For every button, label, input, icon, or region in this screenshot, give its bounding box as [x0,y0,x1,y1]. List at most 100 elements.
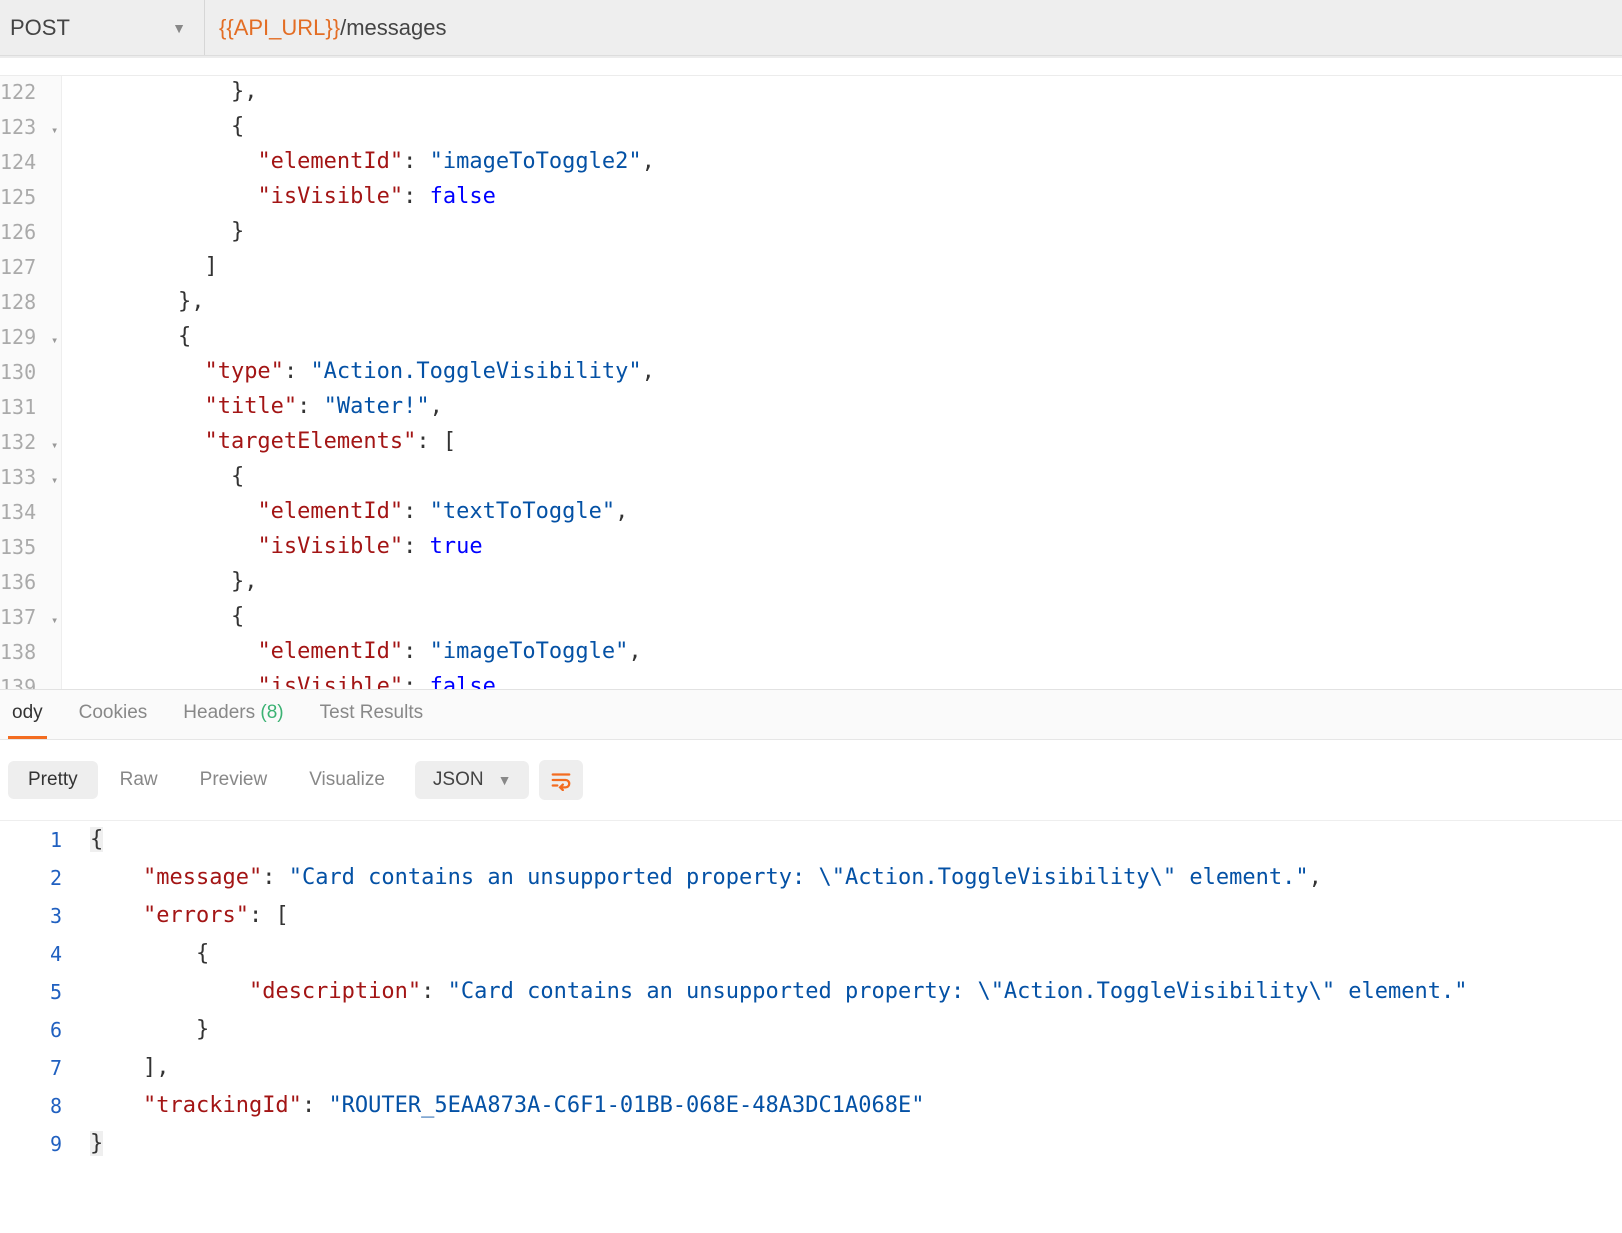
tab-cookies-label: Cookies [79,702,148,724]
code-line[interactable]: 122 }, [0,76,1622,111]
code-content: "isVisible": false [62,181,1622,213]
code-line[interactable]: 128 }, [0,286,1622,321]
code-content: "isVisible": false [62,671,1622,690]
view-preview-button[interactable]: Preview [180,761,288,799]
code-content: }, [62,76,1622,108]
code-line[interactable]: 129 ▾ { [0,321,1622,356]
line-number: 139 [0,671,62,690]
code-line[interactable]: 131 "title": "Water!", [0,391,1622,426]
response-content: "trackingId": "ROUTER_5EAA873A-C6F1-01BB… [78,1087,1622,1125]
code-line[interactable]: 138 "elementId": "imageToToggle", [0,636,1622,671]
wrap-lines-icon [550,769,572,791]
line-number: 136 [0,566,62,601]
code-content: }, [62,286,1622,318]
tab-test-results[interactable]: Test Results [316,690,427,739]
code-line[interactable]: 139 "isVisible": false [0,671,1622,690]
line-number: 7 [0,1049,78,1087]
tab-cookies[interactable]: Cookies [75,690,152,739]
code-line[interactable]: 133 ▾ { [0,461,1622,496]
line-number: 130 [0,356,62,391]
code-content: "elementId": "textToToggle", [62,496,1622,528]
request-url-bar: POST ▼ {{API_URL}}/messages [0,0,1622,56]
code-line[interactable]: 126 } [0,216,1622,251]
code-line[interactable]: 127 ] [0,251,1622,286]
response-line[interactable]: 1{ [0,821,1622,859]
response-content: ], [78,1049,1622,1087]
tab-test-results-label: Test Results [320,702,423,724]
code-line[interactable]: 123 ▾ { [0,111,1622,146]
response-content: "description": "Card contains an unsuppo… [78,973,1622,1011]
response-content: { [78,935,1622,973]
response-body-viewer[interactable]: 1{2 "message": "Card contains an unsuppo… [0,820,1622,1163]
code-content: }, [62,566,1622,598]
code-content: "isVisible": true [62,531,1622,563]
line-number: 134 [0,496,62,531]
chevron-down-icon: ▼ [172,20,186,36]
line-number: 135 [0,531,62,566]
line-number: 125 [0,181,62,216]
view-mode-segmented: Pretty Raw Preview Visualize [8,761,405,799]
view-visualize-label: Visualize [309,769,385,790]
response-tabs: ody Cookies Headers (8) Test Results [0,690,1622,740]
chevron-down-icon: ▼ [498,772,512,788]
code-content: { [62,321,1622,353]
view-preview-label: Preview [200,769,268,790]
line-number: 5 [0,973,78,1011]
code-content: "targetElements": [ [62,426,1622,458]
line-number: 4 [0,935,78,973]
view-pretty-button[interactable]: Pretty [8,761,98,799]
code-content: "title": "Water!", [62,391,1622,423]
request-url-input[interactable]: {{API_URL}}/messages [205,0,1622,55]
response-content: "message": "Card contains an unsupported… [78,859,1622,897]
view-raw-button[interactable]: Raw [100,761,178,799]
headers-count: (8) [260,702,283,724]
line-number: 122 [0,76,62,111]
code-line[interactable]: 132 ▾ "targetElements": [ [0,426,1622,461]
http-method-select[interactable]: POST ▼ [0,0,205,55]
response-line[interactable]: 5 "description": "Card contains an unsup… [0,973,1622,1011]
code-content: { [62,111,1622,143]
line-number: 9 [0,1125,78,1163]
line-number: 131 [0,391,62,426]
code-content: { [62,601,1622,633]
code-line[interactable]: 137 ▾ { [0,601,1622,636]
line-number: 6 [0,1011,78,1049]
http-method-label: POST [10,15,70,41]
tab-body[interactable]: ody [8,690,47,739]
tab-headers-label: Headers [183,702,255,724]
request-body-editor[interactable]: 122 },123 ▾ {124 "elementId": "imageToTo… [0,76,1622,690]
url-path: /messages [340,15,446,41]
code-content: } [62,216,1622,248]
tab-body-label: ody [12,702,43,724]
line-number: 129 ▾ [0,321,62,356]
line-number: 1 [0,821,78,859]
line-number: 2 [0,859,78,897]
code-line[interactable]: 135 "isVisible": true [0,531,1622,566]
code-line[interactable]: 124 "elementId": "imageToToggle2", [0,146,1622,181]
response-line[interactable]: 4 { [0,935,1622,973]
wrap-lines-button[interactable] [539,760,583,800]
code-line[interactable]: 136 }, [0,566,1622,601]
response-line[interactable]: 8 "trackingId": "ROUTER_5EAA873A-C6F1-01… [0,1087,1622,1125]
view-visualize-button[interactable]: Visualize [289,761,405,799]
response-format-select[interactable]: JSON ▼ [415,761,530,799]
code-content: ] [62,251,1622,283]
code-line[interactable]: 134 "elementId": "textToToggle", [0,496,1622,531]
code-line[interactable]: 125 "isVisible": false [0,181,1622,216]
code-content: "type": "Action.ToggleVisibility", [62,356,1622,388]
divider [0,56,1622,76]
line-number: 126 [0,216,62,251]
response-line[interactable]: 7 ], [0,1049,1622,1087]
view-raw-label: Raw [120,769,158,790]
response-content: { [78,821,1622,859]
line-number: 138 [0,636,62,671]
code-line[interactable]: 130 "type": "Action.ToggleVisibility", [0,356,1622,391]
response-content: } [78,1011,1622,1049]
response-line[interactable]: 6 } [0,1011,1622,1049]
response-line[interactable]: 3 "errors": [ [0,897,1622,935]
response-line[interactable]: 9} [0,1125,1622,1163]
response-format-bar: Pretty Raw Preview Visualize JSON ▼ [0,740,1622,820]
tab-headers[interactable]: Headers (8) [179,690,287,739]
code-content: "elementId": "imageToToggle", [62,636,1622,668]
response-line[interactable]: 2 "message": "Card contains an unsupport… [0,859,1622,897]
